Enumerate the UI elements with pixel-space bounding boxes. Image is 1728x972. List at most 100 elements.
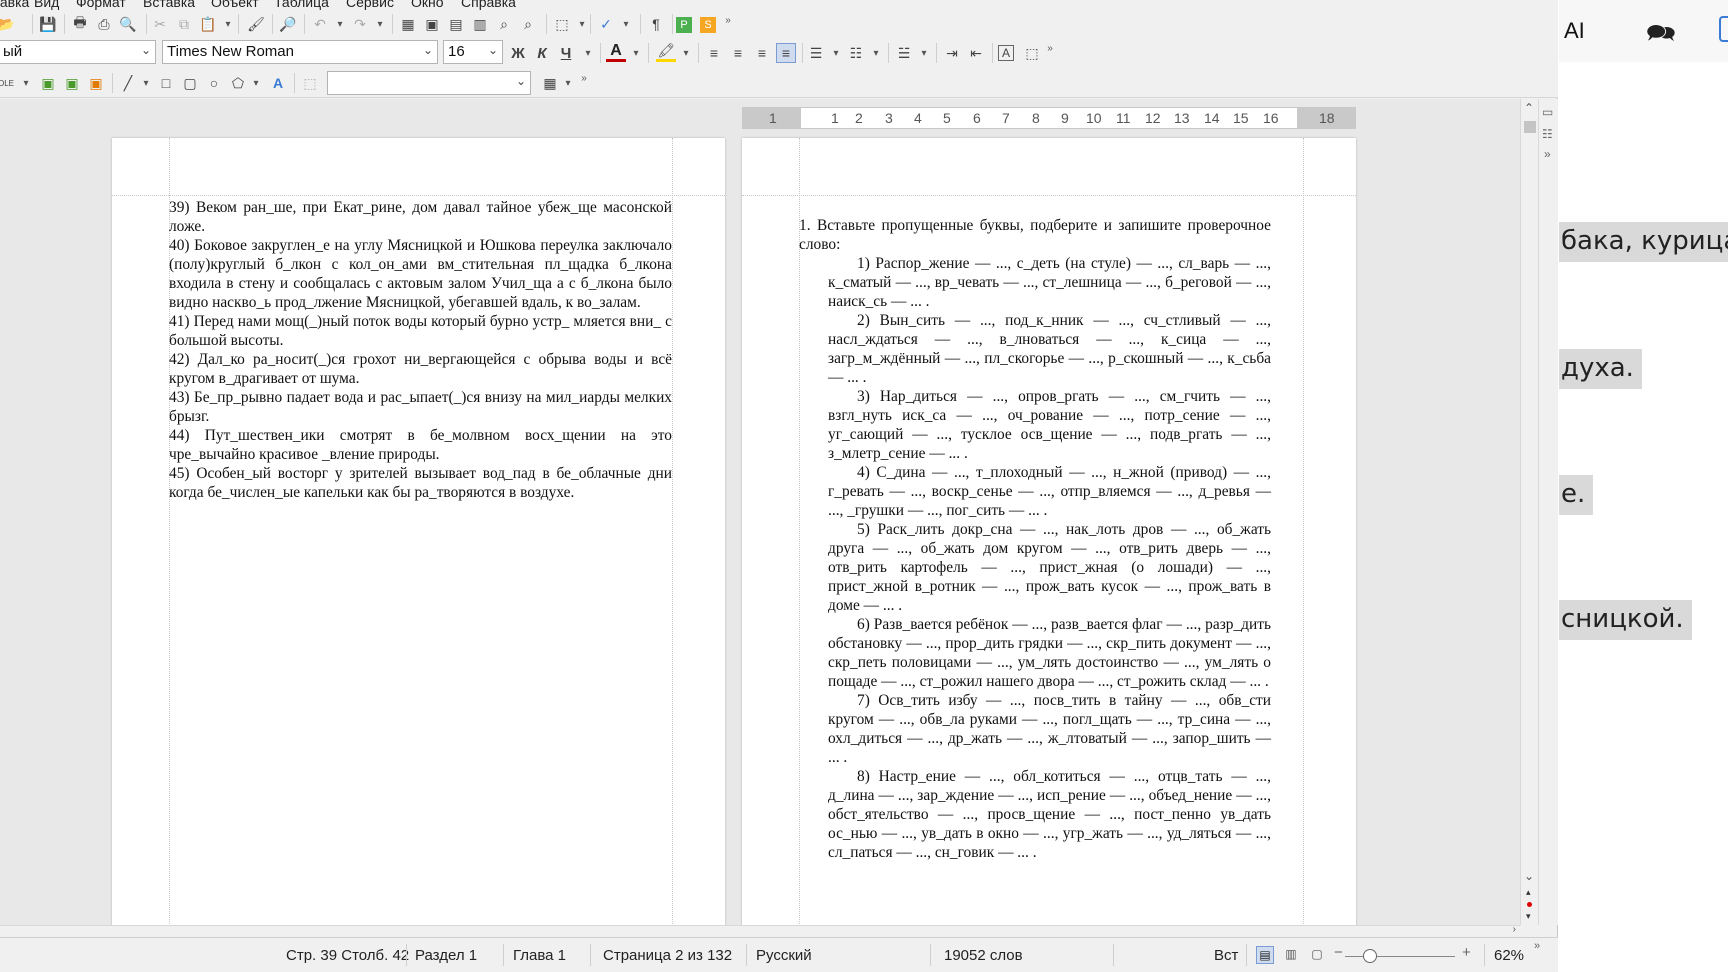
object-name-select[interactable]: ⌄ [327, 71, 531, 95]
borders-icon[interactable]: ▦ [540, 73, 560, 93]
app-icon[interactable] [1719, 16, 1728, 42]
insert-field-icon[interactable]: ⬚ [552, 14, 572, 34]
rectangle-icon[interactable]: □ [156, 73, 176, 93]
underline-button[interactable]: Ч [556, 43, 576, 63]
styles-icon[interactable]: ☷ [1542, 127, 1553, 141]
horizontal-ruler[interactable]: 1 1 2 3 4 5 6 7 8 9 10 11 12 13 14 15 16… [742, 107, 1356, 129]
rounded-rectangle-icon[interactable]: ▢ [180, 73, 200, 93]
frame-icon[interactable]: ▣ [38, 73, 58, 93]
scroll-up-icon[interactable]: ⌃ [1524, 101, 1534, 115]
insert-chart-icon[interactable]: ▤ [446, 14, 466, 34]
chat-bubble-icon[interactable]: 🗪 [1646, 16, 1676, 57]
paste-dropdown-icon[interactable]: ▾ [222, 14, 234, 34]
open-icon[interactable]: 📂 [0, 14, 16, 34]
align-justify-icon[interactable]: ≡ [776, 43, 796, 63]
page-right-text[interactable]: 1. Вставьте пропущенные буквы, подберите… [799, 216, 1271, 862]
shapes-dropdown-icon[interactable]: ▾ [250, 73, 262, 93]
sidebar-expand-icon[interactable]: » [1544, 147, 1551, 161]
copy-icon[interactable]: ⧉ [174, 14, 194, 34]
zoom-slider[interactable] [1345, 956, 1455, 957]
formatting-marks-icon[interactable]: ¶ [646, 14, 666, 34]
insert-textbox-icon[interactable]: ▥ [470, 14, 490, 34]
next-page-icon[interactable]: ▾ [1526, 911, 1531, 922]
undo-dropdown-icon[interactable]: ▾ [334, 14, 346, 34]
status-page-column[interactable]: Стр. 39 Столб. 42 [286, 947, 409, 964]
navigation-dot-icon[interactable] [1527, 902, 1532, 907]
italic-button[interactable]: К [532, 43, 552, 63]
status-language[interactable]: Русский [756, 947, 812, 964]
toolbar-overflow-icon[interactable]: » [722, 10, 734, 30]
ole-object-icon[interactable]: OLE [0, 73, 16, 93]
menu-edit[interactable]: Правка [0, 0, 29, 10]
status-word-count[interactable]: 19052 слов [944, 947, 1023, 964]
vertical-scrollbar[interactable]: ⌃ ⌄ ▴ ▾ [1520, 99, 1538, 925]
ole-dropdown-icon[interactable]: ▾ [20, 73, 32, 93]
multi-page-view-icon[interactable]: ▥ [1282, 946, 1300, 964]
single-page-view-icon[interactable]: ▤ [1256, 946, 1274, 964]
menu-tools[interactable]: Сервис [346, 0, 394, 10]
anchor-icon[interactable]: ⬚ [300, 73, 320, 93]
print-icon[interactable]: 🖶 [70, 14, 90, 34]
toolbar-overflow-icon[interactable]: » [578, 68, 590, 88]
ellipse-icon[interactable]: ○ [204, 73, 224, 93]
previous-page-icon[interactable]: ▴ [1526, 887, 1531, 898]
bullet-list-dropdown-icon[interactable]: ▾ [830, 43, 842, 63]
extension-p-icon[interactable]: P [676, 17, 692, 33]
zoom-in-icon[interactable]: + [1462, 944, 1471, 961]
status-page-count[interactable]: Страница 2 из 132 [603, 947, 732, 964]
spellcheck-icon[interactable]: ✓ [596, 14, 616, 34]
shapes-icon[interactable]: ⬠ [228, 73, 248, 93]
numbered-list-dropdown-icon[interactable]: ▾ [870, 43, 882, 63]
menu-window[interactable]: Окно [411, 0, 444, 10]
save-icon[interactable]: 💾 [38, 14, 58, 34]
zoom-slider-handle[interactable] [1363, 949, 1377, 963]
frame2-icon[interactable]: ▣ [62, 73, 82, 93]
paragraph-icon[interactable]: ⬚ [1022, 43, 1042, 63]
font-color-button[interactable]: А [606, 42, 626, 62]
align-right-icon[interactable]: ≡ [752, 43, 772, 63]
print-preview-icon[interactable]: 🔍 [118, 14, 138, 34]
numbered-list-icon[interactable]: ☷ [846, 43, 866, 63]
font-name-select[interactable]: Times New Roman ⌄ [162, 40, 438, 64]
frame3-icon[interactable]: ▣ [86, 73, 106, 93]
paragraph-style-select[interactable]: ый ⌄ [0, 40, 156, 64]
borders-dropdown-icon[interactable]: ▾ [562, 73, 574, 93]
bullet-list-icon[interactable]: ☰ [806, 43, 826, 63]
outline-dropdown-icon[interactable]: ▾ [918, 43, 930, 63]
horizontal-scrollbar[interactable]: › [0, 924, 1520, 937]
underline-dropdown-icon[interactable]: ▾ [582, 43, 594, 63]
cut-icon[interactable]: ✂ [150, 14, 170, 34]
extension-s-icon[interactable]: S [700, 17, 716, 33]
outline-icon[interactable]: ☱ [894, 43, 914, 63]
menu-help[interactable]: Справка [461, 0, 516, 10]
ai-button[interactable]: AI [1564, 18, 1585, 44]
find-replace-icon[interactable]: 🔎 [278, 14, 298, 34]
redo-icon[interactable]: ↷ [350, 14, 370, 34]
highlight-dropdown-icon[interactable]: ▾ [680, 43, 692, 63]
font-size-select[interactable]: 16 ⌄ [443, 40, 503, 64]
highlight-icon[interactable]: 🖍 [656, 42, 676, 62]
align-left-icon[interactable]: ≡ [704, 43, 724, 63]
font-color-dropdown-icon[interactable]: ▾ [630, 43, 642, 63]
zoom-out-icon[interactable]: − [1334, 944, 1343, 961]
line-dropdown-icon[interactable]: ▾ [140, 73, 152, 93]
menu-format[interactable]: Формат [76, 0, 126, 10]
increase-indent-icon[interactable]: ⇥ [942, 43, 962, 63]
status-zoom-level[interactable]: 62% [1494, 947, 1524, 964]
page-right[interactable]: 1. Вставьте пропущенные буквы, подберите… [742, 138, 1356, 925]
scroll-right-icon[interactable]: › [1513, 924, 1516, 935]
book-view-icon[interactable]: ▢ [1308, 946, 1326, 964]
menu-table[interactable]: Таблица [274, 0, 329, 10]
page-left-text[interactable]: 39) Веком ран_ше, при Екат_рине, дом дав… [169, 198, 672, 502]
menu-view[interactable]: Вид [34, 0, 59, 10]
hyperlink-icon[interactable]: ⌕ [518, 14, 538, 34]
export-pdf-icon[interactable]: ⎙ [94, 14, 114, 34]
zoom-icon[interactable]: ⌕ [494, 14, 514, 34]
redo-dropdown-icon[interactable]: ▾ [374, 14, 386, 34]
properties-icon[interactable]: ▭ [1542, 105, 1553, 119]
undo-icon[interactable]: ↶ [310, 14, 330, 34]
spellcheck-dropdown-icon[interactable]: ▾ [620, 14, 632, 34]
status-insert-mode[interactable]: Вст [1214, 947, 1238, 964]
fontwork-icon[interactable]: A [268, 73, 288, 93]
scroll-thumb[interactable] [1524, 121, 1536, 133]
